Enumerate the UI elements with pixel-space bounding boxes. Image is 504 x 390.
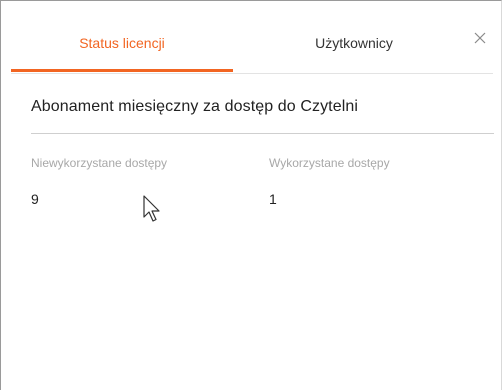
used-access-value: 1: [269, 191, 277, 207]
used-access-label: Wykorzystane dostępy: [269, 156, 390, 170]
close-icon[interactable]: [472, 30, 488, 46]
tab-bar: Status licencji Użytkownicy: [11, 1, 493, 74]
subscription-title: Abonament miesięczny za dostęp do Czytel…: [31, 98, 359, 115]
license-dialog: Status licencji Użytkownicy Abonament mi…: [0, 0, 502, 390]
section-divider: [31, 133, 494, 134]
active-tab-indicator: [11, 69, 233, 72]
unused-access-label: Niewykorzystane dostępy: [31, 156, 168, 170]
mouse-cursor-icon: [143, 195, 160, 222]
unused-access-value: 9: [31, 191, 39, 207]
tab-users[interactable]: Użytkownicy: [243, 35, 465, 51]
tab-license-status[interactable]: Status licencji: [11, 35, 233, 51]
